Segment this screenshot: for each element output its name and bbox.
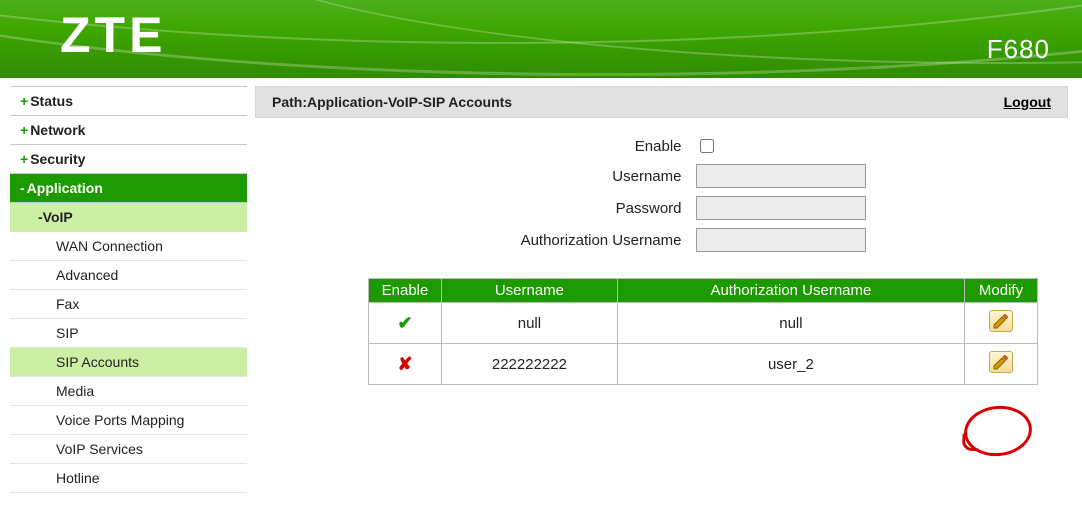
auth-username-input[interactable] [696, 228, 866, 252]
username-input[interactable] [696, 164, 866, 188]
enable-label: Enable [382, 138, 696, 155]
x-icon: ✘ [397, 355, 412, 373]
cell-username: 222222222 [442, 344, 618, 385]
sidebar-item-security[interactable]: +Security [10, 145, 247, 174]
cell-username: null [442, 303, 618, 344]
main-panel: Path:Application-VoIP-SIP Accounts Logou… [255, 78, 1082, 525]
col-username: Username [442, 279, 618, 303]
password-label: Password [382, 200, 696, 217]
cell-modify [965, 344, 1038, 385]
cell-enable: ✔ [369, 303, 442, 344]
table-row: ✘ 222222222user_2 [369, 344, 1038, 385]
sidebar-sub2-sip[interactable]: SIP [10, 319, 247, 348]
sidebar-item-application[interactable]: -Application [10, 174, 247, 203]
sip-account-form: Enable Username Password Authorization U… [382, 136, 942, 252]
col-modify: Modify [965, 279, 1038, 303]
col-authorization-username: Authorization Username [617, 279, 964, 303]
sidebar-item-network[interactable]: +Network [10, 116, 247, 145]
check-icon: ✔ [397, 314, 412, 332]
auth-username-label: Authorization Username [382, 232, 696, 249]
breadcrumb-path: Path:Application-VoIP-SIP Accounts [272, 87, 512, 117]
cell-modify [965, 303, 1038, 344]
sidebar-sub2-media[interactable]: Media [10, 377, 247, 406]
breadcrumb: Path:Application-VoIP-SIP Accounts Logou… [255, 86, 1068, 118]
device-model: F680 [987, 34, 1050, 65]
sip-accounts-table: EnableUsernameAuthorization UsernameModi… [368, 278, 1038, 385]
cell-enable: ✘ [369, 344, 442, 385]
enable-checkbox[interactable] [700, 139, 714, 153]
col-enable: Enable [369, 279, 442, 303]
sidebar-sub2-advanced[interactable]: Advanced [10, 261, 247, 290]
brand-logo: ZTE [60, 6, 166, 64]
table-row: ✔ nullnull [369, 303, 1038, 344]
sidebar-sub-voip[interactable]: -VoIP [10, 203, 247, 232]
sidebar-sub2-sip-accounts[interactable]: SIP Accounts [10, 348, 247, 377]
sidebar: +Status+Network+Security-Application-VoI… [0, 78, 255, 525]
cell-auth-username: null [617, 303, 964, 344]
sidebar-sub2-wan-connection[interactable]: WAN Connection [10, 232, 247, 261]
password-input[interactable] [696, 196, 866, 220]
brand-bar: ZTE F680 [0, 0, 1082, 78]
sidebar-item-status[interactable]: +Status [10, 86, 247, 116]
sidebar-sub2-voip-services[interactable]: VoIP Services [10, 435, 247, 464]
username-label: Username [382, 168, 696, 185]
cell-auth-username: user_2 [617, 344, 964, 385]
edit-button[interactable] [989, 310, 1013, 332]
sidebar-sub2-hotline[interactable]: Hotline [10, 464, 247, 493]
edit-button[interactable] [989, 351, 1013, 373]
logout-link[interactable]: Logout [1004, 87, 1051, 117]
sidebar-sub2-voice-ports-mapping[interactable]: Voice Ports Mapping [10, 406, 247, 435]
sidebar-sub2-fax[interactable]: Fax [10, 290, 247, 319]
